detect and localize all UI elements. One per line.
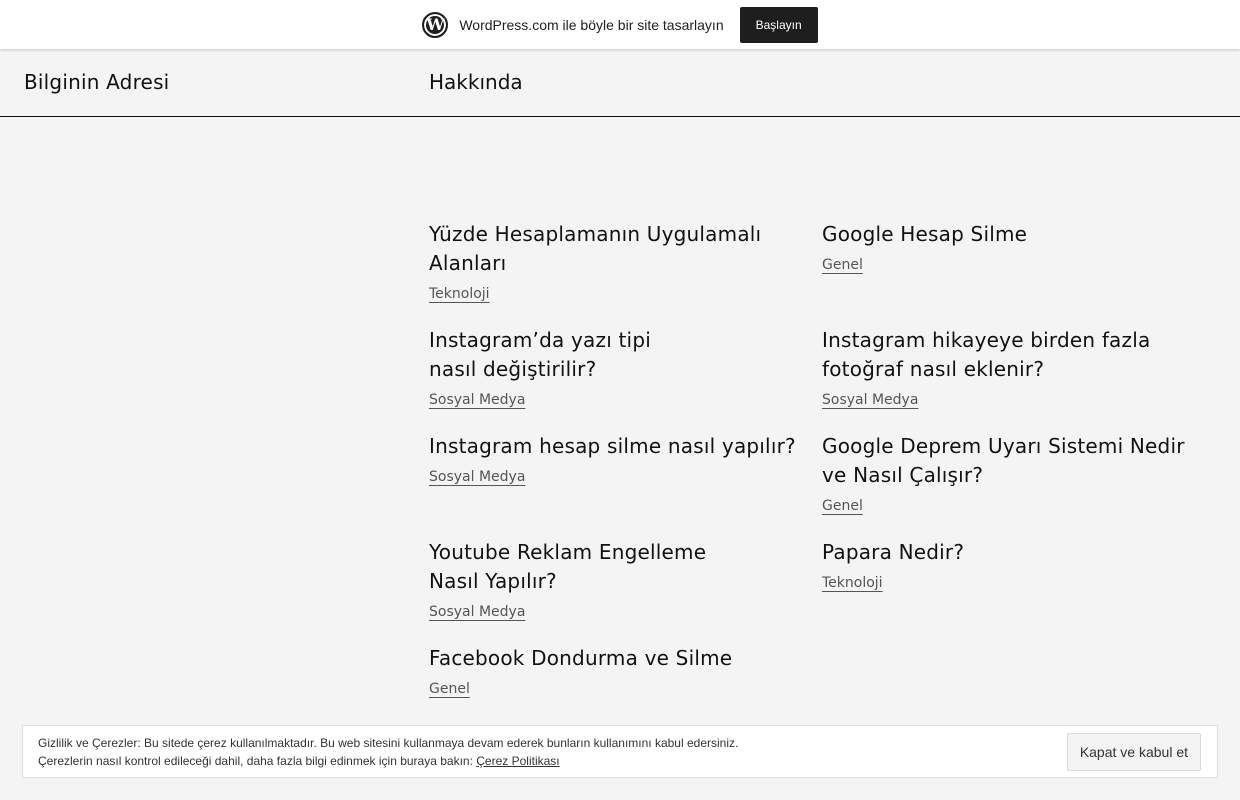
promo-text[interactable]: WordPress.com ile böyle bir site tasarla… [459,17,723,33]
cookie-line-2: Çerezlerin nasıl kontrol edileceği dahil… [38,752,738,770]
post-title[interactable]: Instagram hesap silme nasıl yapılır? [429,432,819,461]
posts-grid: Yüzde Hesaplamanın Uygulamalı Alanları T… [429,220,1209,721]
post-title[interactable]: Google Hesap Silme [822,220,1192,249]
cookie-policy-link[interactable]: Çerez Politikası [476,754,559,768]
post-title[interactable]: Youtube Reklam Engelleme Nasıl Yapılır? [429,538,729,596]
post-item: Instagram hesap silme nasıl yapılır? Sos… [429,432,822,538]
cookie-line-2-text: Çerezlerin nasıl kontrol edileceği dahil… [38,753,473,768]
post-category-link[interactable]: Sosyal Medya [429,469,525,485]
post-category-link[interactable]: Sosyal Medya [429,604,525,620]
nav-link-about[interactable]: Hakkında [429,70,523,94]
post-title[interactable]: Instagram hikayeye birden fazla fotoğraf… [822,326,1192,384]
wordpress-promo-bar: W WordPress.com ile böyle bir site tasar… [0,0,1240,49]
start-button[interactable]: Başlayın [739,6,818,43]
post-category-link[interactable]: Genel [822,498,863,514]
post-category-link[interactable]: Teknoloji [822,575,883,591]
post-category-link[interactable]: Sosyal Medya [429,392,525,408]
post-title[interactable]: Instagram’da yazı tipi nasıl değiştirili… [429,326,669,384]
post-category-link[interactable]: Teknoloji [429,286,490,302]
post-item: Instagram hikayeye birden fazla fotoğraf… [822,326,1209,432]
accept-cookies-button[interactable]: Kapat ve kabul et [1066,732,1201,771]
post-category-link[interactable]: Genel [429,681,470,697]
post-title[interactable]: Google Deprem Uyarı Sistemi Nedir ve Nas… [822,432,1192,490]
site-header: Bilginin Adresi Hakkında [0,49,1240,117]
post-item: Papara Nedir? Teknoloji [822,538,1209,644]
post-item: Google Deprem Uyarı Sistemi Nedir ve Nas… [822,432,1209,538]
post-item: Yüzde Hesaplamanın Uygulamalı Alanları T… [429,220,822,326]
post-category-link[interactable]: Genel [822,257,863,273]
post-item: Instagram’da yazı tipi nasıl değiştirili… [429,326,822,432]
cookie-banner: Gizlilik ve Çerezler: Bu sitede çerez ku… [22,725,1218,778]
post-title[interactable]: Yüzde Hesaplamanın Uygulamalı Alanları [429,220,799,278]
post-title[interactable]: Facebook Dondurma ve Silme [429,644,799,673]
cookie-notice-text: Gizlilik ve Çerezler: Bu sitede çerez ku… [38,734,738,770]
cookie-line-1: Gizlilik ve Çerezler: Bu sitede çerez ku… [38,735,739,750]
wordpress-logo-icon[interactable]: W [422,11,449,38]
site-title[interactable]: Bilginin Adresi [24,70,169,94]
post-title[interactable]: Papara Nedir? [822,538,1192,567]
post-item: Google Hesap Silme Genel [822,220,1209,326]
post-category-link[interactable]: Sosyal Medya [822,392,918,408]
post-item: Youtube Reklam Engelleme Nasıl Yapılır? … [429,538,822,644]
post-item: Facebook Dondurma ve Silme Genel [429,644,822,721]
